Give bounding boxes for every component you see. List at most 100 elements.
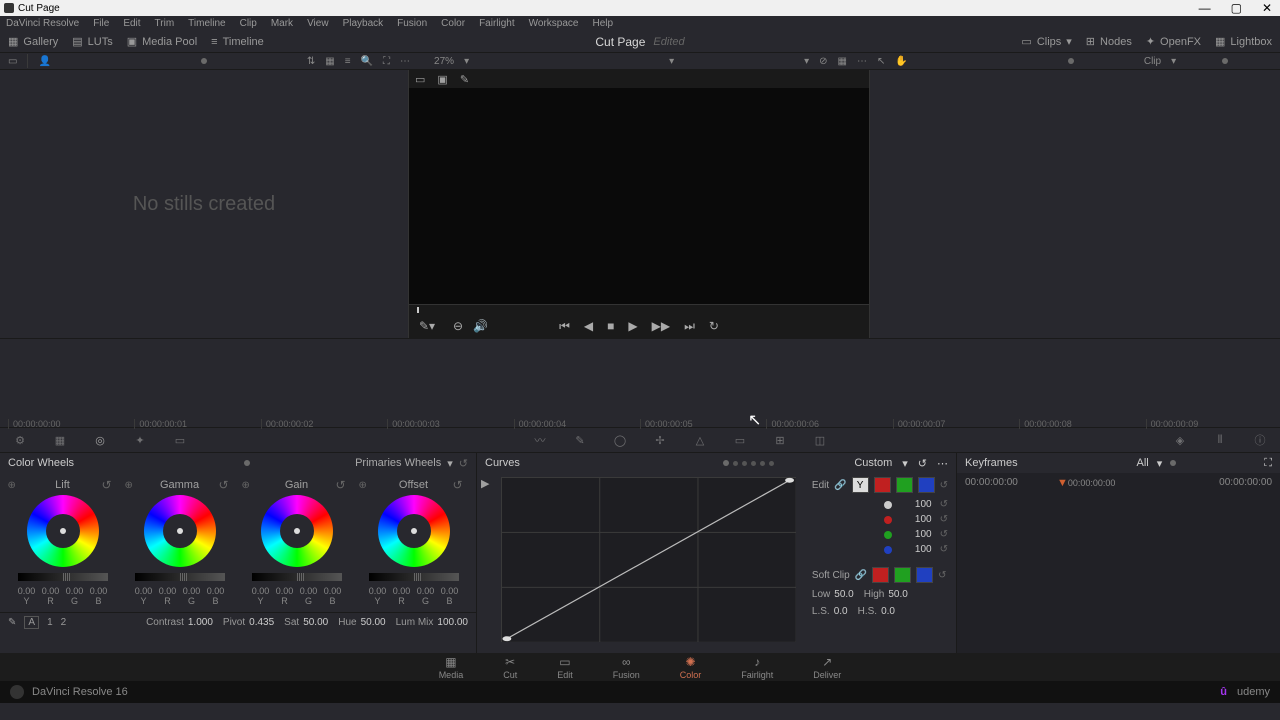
menu-fusion[interactable]: Fusion bbox=[397, 18, 427, 29]
timeline-button[interactable]: ≡Timeline bbox=[211, 36, 264, 48]
bypass-icon[interactable]: ⊖ bbox=[453, 319, 463, 333]
menu-davinci[interactable]: DaVinci Resolve bbox=[6, 18, 79, 29]
menu-playback[interactable]: Playback bbox=[343, 18, 384, 29]
channel-b-button[interactable] bbox=[918, 477, 935, 493]
page-color[interactable]: ✺Color bbox=[680, 655, 702, 680]
chevron-down-icon[interactable]: ▾ bbox=[447, 457, 453, 470]
page-edit[interactable]: ▭Edit bbox=[557, 655, 573, 680]
color-wheel[interactable] bbox=[261, 495, 333, 567]
clips-button[interactable]: ▭Clips▾ bbox=[1021, 35, 1071, 48]
color-match-icon[interactable]: ▦ bbox=[50, 432, 70, 448]
stills-icon[interactable]: ▭ bbox=[8, 56, 17, 67]
first-frame-button[interactable]: ⏮ bbox=[559, 319, 570, 334]
keyframe-mode-icon[interactable]: ◈ bbox=[1170, 432, 1190, 448]
search-icon[interactable]: 🔍 bbox=[361, 56, 373, 67]
viewer-wand-icon[interactable]: ✎ bbox=[460, 73, 469, 86]
reset-icon[interactable]: ↺ bbox=[940, 499, 948, 510]
chevron-down-icon[interactable]: ▾ bbox=[902, 457, 908, 470]
menu-view[interactable]: View bbox=[307, 18, 329, 29]
color-wheel[interactable] bbox=[27, 495, 99, 567]
luts-button[interactable]: ▤LUTs bbox=[72, 35, 112, 48]
lightbox-button[interactable]: ▦Lightbox bbox=[1215, 35, 1272, 48]
master-slider[interactable] bbox=[135, 573, 225, 581]
menu-clip[interactable]: Clip bbox=[240, 18, 257, 29]
dd2-icon[interactable]: ▾ bbox=[804, 56, 809, 67]
page-cut[interactable]: ✂Cut bbox=[503, 655, 517, 680]
grid-icon[interactable]: ▦ bbox=[325, 56, 334, 67]
arrow-icon[interactable]: ↖ bbox=[877, 56, 885, 67]
curves-icon[interactable]: 〰 bbox=[530, 432, 550, 448]
wheel-value[interactable]: 0.00 bbox=[368, 586, 388, 596]
reset-icon[interactable]: ↺ bbox=[940, 480, 948, 491]
wheel-value[interactable]: 0.00 bbox=[158, 586, 178, 596]
gallery-button[interactable]: ▦Gallery bbox=[8, 35, 58, 48]
adj-value[interactable]: 0.435 bbox=[249, 617, 274, 628]
wheel-value[interactable]: 0.00 bbox=[275, 586, 295, 596]
reset-icon[interactable]: ↺ bbox=[918, 457, 927, 470]
link-icon[interactable]: 🔗 bbox=[834, 480, 846, 491]
adj-value[interactable]: 50.00 bbox=[361, 617, 386, 628]
maximize-button[interactable]: ▢ bbox=[1227, 1, 1246, 15]
picker-icon[interactable]: ⊕ bbox=[242, 480, 250, 491]
auto-icon[interactable]: A bbox=[24, 616, 39, 629]
grid2-icon[interactable]: ▦ bbox=[838, 56, 847, 67]
chevron-down-icon[interactable]: ▾ bbox=[1157, 457, 1163, 470]
timeline-ruler[interactable]: 00:00:00:00 00:00:00:01 00:00:00:02 00:0… bbox=[0, 413, 1280, 429]
wheel-value[interactable]: 0.00 bbox=[440, 586, 460, 596]
dd-icon[interactable]: ▾ bbox=[669, 56, 674, 67]
loop-button[interactable]: ↻ bbox=[709, 319, 719, 333]
more-icon[interactable]: ⋯ bbox=[937, 457, 948, 470]
wheel-value[interactable]: 0.00 bbox=[41, 586, 61, 596]
audio-icon[interactable]: 🔊 bbox=[473, 319, 488, 333]
menu-trim[interactable]: Trim bbox=[155, 18, 175, 29]
adj-value[interactable]: 100.00 bbox=[437, 617, 468, 628]
camera-raw-icon[interactable]: ⚙ bbox=[10, 432, 30, 448]
page-media[interactable]: ▦Media bbox=[439, 655, 464, 680]
reset-icon[interactable]: ↺ bbox=[218, 478, 228, 492]
primaries-dropdown[interactable]: Primaries Wheels bbox=[355, 457, 441, 469]
picker-icon[interactable]: ✎ bbox=[8, 617, 16, 628]
scopes-icon[interactable]: ⫴ bbox=[1210, 432, 1230, 448]
chevron-down-icon[interactable]: ▾ bbox=[1171, 56, 1176, 67]
close-button[interactable]: ✕ bbox=[1258, 1, 1276, 15]
page-fairlight[interactable]: ♪Fairlight bbox=[741, 655, 773, 680]
wheel-value[interactable]: 0.00 bbox=[89, 586, 109, 596]
wheel-value[interactable]: 0.00 bbox=[251, 586, 271, 596]
picker-icon[interactable]: ⊕ bbox=[125, 480, 133, 491]
wheel-value[interactable]: 0.00 bbox=[206, 586, 226, 596]
reset-icon[interactable]: ↺ bbox=[940, 514, 948, 525]
expand-icon[interactable]: ⛶ bbox=[1264, 457, 1272, 470]
minimize-button[interactable]: — bbox=[1195, 1, 1215, 15]
chevron-down-icon[interactable]: ▾ bbox=[464, 56, 469, 67]
menu-file[interactable]: File bbox=[93, 18, 109, 29]
more-icon[interactable]: ⋯ bbox=[400, 56, 410, 67]
viewer-scrubber[interactable] bbox=[409, 304, 869, 314]
reset-icon[interactable]: ↺ bbox=[452, 478, 462, 492]
page-deliver[interactable]: ↗Deliver bbox=[813, 655, 841, 680]
keyframes-all-dropdown[interactable]: All bbox=[1137, 457, 1149, 469]
curves-mode-dropdown[interactable]: Custom bbox=[854, 457, 892, 469]
sc-r-button[interactable] bbox=[872, 567, 889, 583]
clip-dropdown[interactable]: Clip bbox=[1144, 56, 1161, 67]
link-icon[interactable]: 🔗 bbox=[855, 570, 867, 581]
openfx-button[interactable]: ✦OpenFX bbox=[1146, 35, 1201, 48]
window-icon[interactable]: ◯ bbox=[610, 432, 630, 448]
sort-icon[interactable]: ⇅ bbox=[307, 56, 315, 67]
nodes-button[interactable]: ⊞Nodes bbox=[1086, 35, 1132, 48]
clip-timeline[interactable]: 00:00:00:00 00:00:00:01 00:00:00:02 00:0… bbox=[0, 338, 1280, 428]
wheel-value[interactable]: 0.00 bbox=[392, 586, 412, 596]
nodes-panel[interactable] bbox=[870, 70, 1280, 338]
menu-edit[interactable]: Edit bbox=[123, 18, 140, 29]
prev-frame-button[interactable]: ◀ bbox=[584, 319, 593, 333]
wheel-value[interactable]: 0.00 bbox=[299, 586, 319, 596]
split-icon[interactable]: ⊘ bbox=[819, 56, 827, 67]
hand-icon[interactable]: ✋ bbox=[895, 56, 907, 67]
menu-color[interactable]: Color bbox=[441, 18, 465, 29]
master-slider[interactable] bbox=[18, 573, 108, 581]
user-icon[interactable]: 👤 bbox=[38, 56, 50, 67]
sc-g-button[interactable] bbox=[894, 567, 911, 583]
color-wheel[interactable] bbox=[378, 495, 450, 567]
histogram-toggle[interactable]: ▶ bbox=[477, 473, 493, 653]
rgb-mixer-icon[interactable]: ✦ bbox=[130, 432, 150, 448]
channel-g-button[interactable] bbox=[896, 477, 913, 493]
